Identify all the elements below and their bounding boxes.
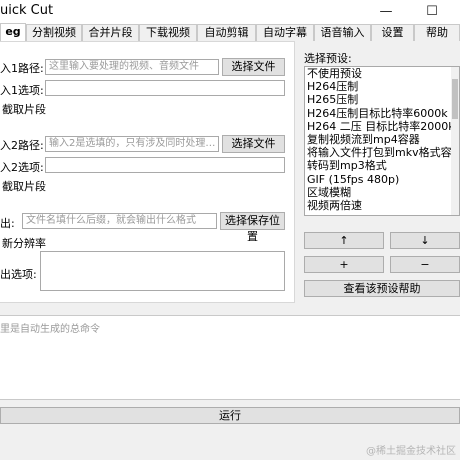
tab-voice-input[interactable]: 语音输入 xyxy=(314,24,371,41)
remove-preset-button[interactable]: − xyxy=(390,256,460,273)
move-preset-up-button[interactable]: ↑ xyxy=(304,232,384,249)
tab-auto-subtitle[interactable]: 自动字幕 xyxy=(256,24,314,41)
preset-item[interactable]: H264压制目标比特率6000k xyxy=(305,107,459,120)
input1-path-field[interactable]: 这里输入要处理的视频、音频文件 xyxy=(45,59,219,75)
view-preset-help-button[interactable]: 查看该预设帮助 xyxy=(304,280,460,297)
preset-item[interactable]: 转码到mp3格式 xyxy=(305,159,459,172)
output-path-field[interactable]: 文件名填什么后缀，就会输出什么格式 xyxy=(22,213,217,229)
app-window: uick Cut — ☐ eg 分割视频 合并片段 下载视频 自动剪辑 自动字幕… xyxy=(0,0,460,460)
tab-help[interactable]: 帮助 xyxy=(414,24,460,41)
input1-options-label: 入1选项: xyxy=(0,84,44,97)
input1-choose-file-button[interactable]: 选择文件 xyxy=(222,58,285,76)
preset-item[interactable]: H264压制 xyxy=(305,80,459,93)
output-path-label: 出: xyxy=(0,217,15,230)
input2-options-label: 入2选项: xyxy=(0,161,44,174)
input2-path-label: 入2路径: xyxy=(0,139,44,152)
output-options-field[interactable] xyxy=(40,251,285,291)
preset-list-label: 选择预设: xyxy=(304,52,352,65)
maximize-icon[interactable]: ☐ xyxy=(412,0,452,24)
tab-auto-edit[interactable]: 自动剪辑 xyxy=(197,24,256,41)
run-button[interactable]: 运行 xyxy=(0,407,460,424)
output-options-label: 出选项: xyxy=(0,268,37,281)
tab-ffmpeg[interactable]: eg xyxy=(0,23,26,42)
title-bar: uick Cut — ☐ xyxy=(0,0,460,24)
preset-list-scrollbar[interactable] xyxy=(451,67,459,215)
choose-save-location-button[interactable]: 选择保存位置 xyxy=(220,212,285,243)
scrollbar-thumb[interactable] xyxy=(452,79,458,119)
input1-options-field[interactable] xyxy=(45,80,285,96)
input2-path-field[interactable]: 输入2是选填的，只有涉及同时处理… xyxy=(45,136,219,152)
checkbox-label: 截取片段 xyxy=(2,103,46,116)
tab-download-video[interactable]: 下载视频 xyxy=(139,24,197,41)
minimize-icon[interactable]: — xyxy=(366,0,406,24)
input2-clip-checkbox[interactable]: 截取片段 xyxy=(0,178,46,194)
watermark: @稀土掘金技术社区 xyxy=(366,446,456,457)
checkbox-label: 截取片段 xyxy=(2,180,46,193)
preset-item[interactable]: 复制视频流到mp4容器 xyxy=(305,133,459,146)
new-resolution-checkbox[interactable]: 新分辨率 xyxy=(0,235,46,251)
input2-options-field[interactable] xyxy=(45,157,285,173)
tab-split-video[interactable]: 分割视频 xyxy=(26,24,82,41)
tab-bar: eg 分割视频 合并片段 下载视频 自动剪辑 自动字幕 语音输入 设置 帮助 xyxy=(0,23,460,42)
preset-item[interactable]: GIF (15fps 480p) xyxy=(305,173,459,186)
command-placeholder: 里是自动生成的总命令 xyxy=(0,324,100,335)
input1-path-label: 入1路径: xyxy=(0,62,44,75)
input1-clip-checkbox[interactable]: 截取片段 xyxy=(0,101,46,117)
preset-item[interactable]: 区域模糊 xyxy=(305,186,459,199)
tab-merge-clips[interactable]: 合并片段 xyxy=(82,24,139,41)
input2-choose-file-button[interactable]: 选择文件 xyxy=(222,135,285,153)
checkbox-label: 新分辨率 xyxy=(2,237,46,250)
window-title: uick Cut xyxy=(0,3,54,18)
preset-item[interactable]: 不使用预设 xyxy=(305,67,459,80)
preset-item[interactable]: H265压制 xyxy=(305,93,459,106)
add-preset-button[interactable]: + xyxy=(304,256,384,273)
preset-item[interactable]: H264 二压 目标比特率2000k xyxy=(305,120,459,133)
tab-settings[interactable]: 设置 xyxy=(371,24,414,41)
preset-list[interactable]: 不使用预设 H264压制 H265压制 H264压制目标比特率6000k H26… xyxy=(304,66,460,216)
preset-item[interactable]: 视频两倍速 xyxy=(305,199,459,212)
preset-item[interactable]: 将输入文件打包到mkv格式容器 xyxy=(305,146,459,159)
move-preset-down-button[interactable]: ↓ xyxy=(390,232,460,249)
command-output-field[interactable]: 里是自动生成的总命令 xyxy=(0,315,460,400)
